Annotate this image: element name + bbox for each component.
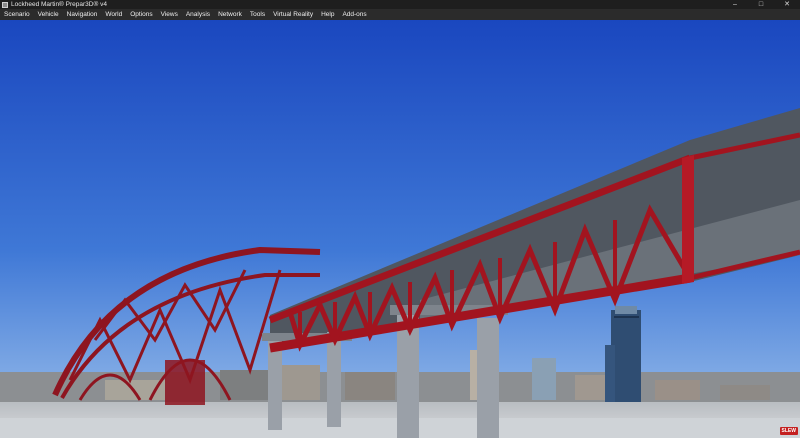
title-bar: Lockheed Martin® Prepar3D® v4 – □ ✕ [0, 0, 800, 9]
menu-navigation[interactable]: Navigation [63, 9, 102, 20]
menu-analysis[interactable]: Analysis [182, 9, 214, 20]
close-button[interactable]: ✕ [774, 0, 800, 9]
maximize-button[interactable]: □ [748, 0, 774, 9]
minimize-button[interactable]: – [722, 0, 748, 9]
menu-world[interactable]: World [101, 9, 126, 20]
menu-add-ons[interactable]: Add-ons [338, 9, 370, 20]
arch-pier-left [165, 360, 205, 405]
truss-end-frame [682, 155, 694, 284]
slew-indicator: SLEW [779, 427, 798, 435]
menu-scenario[interactable]: Scenario [0, 9, 34, 20]
menu-tools[interactable]: Tools [246, 9, 269, 20]
menu-bar: Scenario Vehicle Navigation World Option… [0, 9, 800, 20]
menu-network[interactable]: Network [214, 9, 246, 20]
menu-views[interactable]: Views [157, 9, 182, 20]
menu-options[interactable]: Options [126, 9, 156, 20]
menu-help[interactable]: Help [317, 9, 338, 20]
app-icon [2, 1, 8, 8]
menu-vehicle[interactable]: Vehicle [34, 9, 63, 20]
scene [0, 20, 800, 438]
simulator-viewport[interactable]: SLEW [0, 20, 800, 438]
window-title: Lockheed Martin® Prepar3D® v4 [11, 1, 107, 8]
menu-virtual-reality[interactable]: Virtual Reality [269, 9, 317, 20]
